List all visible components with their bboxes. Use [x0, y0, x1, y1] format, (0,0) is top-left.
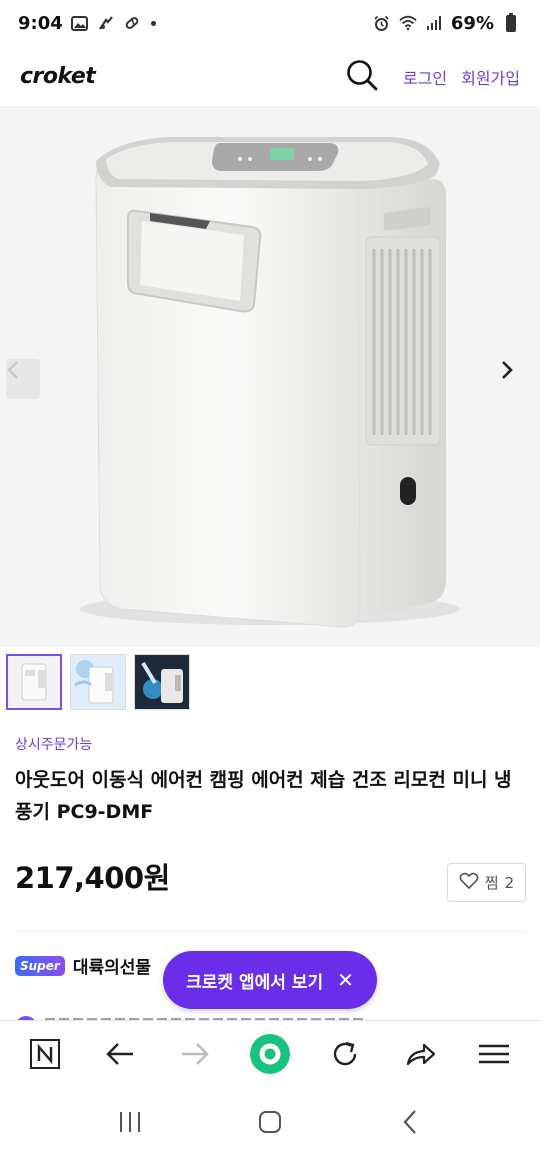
naver-n-icon	[29, 1038, 61, 1074]
product-image	[0, 109, 540, 647]
battery-icon	[502, 13, 520, 32]
forward-button[interactable]	[170, 1031, 220, 1081]
naver-home-button[interactable]	[20, 1031, 70, 1081]
search-button[interactable]	[345, 59, 379, 95]
divider	[15, 931, 525, 932]
seller-row[interactable]: Super 대륙의선물	[15, 953, 151, 978]
status-right: 69%	[373, 13, 520, 34]
reload-icon	[330, 1039, 360, 1073]
back-button[interactable]	[95, 1031, 145, 1081]
croket-logo[interactable]: croket	[20, 64, 96, 89]
close-icon[interactable]: ✕	[337, 968, 354, 992]
product-price: 217,400원	[15, 861, 170, 895]
pill-icon	[123, 14, 141, 32]
reload-button[interactable]	[320, 1031, 370, 1081]
notification-dot-icon	[150, 20, 156, 26]
super-badge: Super	[15, 955, 65, 976]
site-header: croket 로그인 회원가입	[0, 46, 540, 108]
availability-label: 상시주문가능	[15, 737, 93, 753]
android-home-button[interactable]	[240, 1099, 300, 1149]
share-icon	[404, 1040, 436, 1072]
seller-name: 대륙의선물	[72, 958, 152, 978]
thumbnail-2[interactable]	[70, 654, 126, 710]
carousel-prev-button[interactable]	[6, 359, 40, 399]
wish-button[interactable]: 찜 2	[447, 863, 526, 902]
screen: 9:04 69% croket 로그인 회원가입 상시주문가능 아웃도어 이동식…	[0, 0, 540, 1158]
status-left: 9:04	[18, 13, 156, 34]
recent-apps-icon	[118, 1111, 142, 1137]
status-bar: 9:04 69%	[0, 0, 540, 46]
arrow-left-icon	[105, 1041, 135, 1071]
android-navigation-bar	[0, 1090, 540, 1158]
product-image-carousel[interactable]	[0, 109, 540, 647]
gallery-icon	[71, 14, 89, 32]
heart-icon	[459, 872, 479, 894]
signup-link[interactable]: 회원가입	[461, 65, 520, 89]
home-square-icon	[258, 1110, 282, 1138]
signal-icon	[425, 14, 443, 32]
browser-toolbar	[0, 1020, 540, 1090]
login-link[interactable]: 로그인	[403, 65, 447, 89]
menu-button[interactable]	[469, 1031, 519, 1081]
share-button[interactable]	[395, 1031, 445, 1081]
arrow-right-icon	[180, 1041, 210, 1071]
product-title: 아웃도어 이동식 에어컨 캠핑 에어컨 제습 건조 리모컨 미니 냉풍기 PC9…	[15, 769, 512, 823]
alarm-icon	[373, 14, 391, 32]
chevron-left-icon	[402, 1109, 418, 1139]
recent-apps-button[interactable]	[100, 1099, 160, 1149]
home-button[interactable]	[245, 1031, 295, 1081]
status-time: 9:04	[18, 12, 63, 34]
hamburger-menu-icon	[478, 1043, 510, 1069]
search-icon	[346, 59, 378, 95]
open-in-app-label: 크로켓 앱에서 보기	[186, 972, 324, 993]
header-actions: 로그인 회원가입	[345, 59, 520, 95]
tool-icon	[97, 14, 115, 32]
green-circle-icon	[248, 1032, 292, 1080]
thumbnail-3[interactable]	[134, 654, 190, 710]
wish-label: 찜	[484, 874, 499, 892]
open-in-app-button[interactable]: 크로켓 앱에서 보기 ✕	[163, 951, 377, 1009]
wish-count: 2	[504, 873, 515, 892]
thumbnail-strip	[6, 654, 190, 710]
carousel-next-button[interactable]	[500, 359, 534, 399]
thumbnail-1[interactable]	[6, 654, 62, 710]
wifi-icon	[399, 14, 417, 32]
battery-percent: 69%	[450, 12, 494, 34]
android-back-button[interactable]	[380, 1099, 440, 1149]
